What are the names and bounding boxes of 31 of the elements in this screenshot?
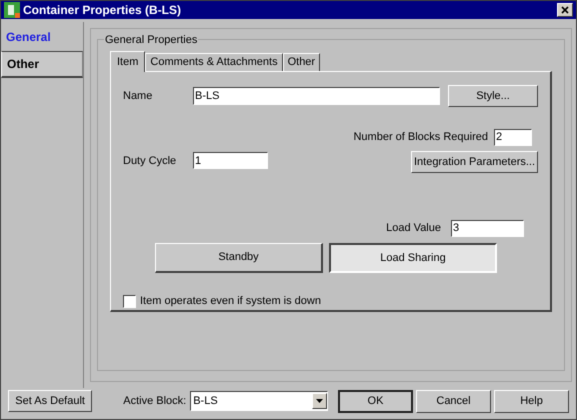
close-button[interactable] <box>557 3 573 17</box>
name-field[interactable]: B-LS <box>193 87 440 105</box>
field-label: Load Value <box>386 220 441 236</box>
close-icon <box>561 6 569 14</box>
tab[interactable]: Comments & Attachments <box>145 53 283 71</box>
tab[interactable]: Other <box>282 53 320 71</box>
style-button[interactable]: Style... <box>448 85 538 107</box>
sidebar-item[interactable]: Other <box>1 51 83 78</box>
duty-cycle-field[interactable]: 1 <box>193 152 268 169</box>
app-logo-icon <box>4 2 20 18</box>
window-title: Container Properties (B-LS) <box>23 2 182 19</box>
mode-button[interactable]: Standby <box>155 243 323 273</box>
field-label: Number of Blocks Required <box>353 130 488 145</box>
dropdown-value: B-LS <box>192 394 219 409</box>
dialog-button[interactable]: OK <box>338 390 413 413</box>
field-label: Name <box>123 88 154 104</box>
dialog-button[interactable]: Help <box>494 390 569 413</box>
integration-parameters-button[interactable]: Integration Parameters... <box>411 151 538 173</box>
checkbox-label: Item operates even if system is down <box>140 294 321 309</box>
field-label: Active Block: <box>123 394 186 409</box>
dialog-button[interactable]: Cancel <box>416 390 491 413</box>
group-title: General Properties <box>104 32 198 48</box>
blocks-required-field[interactable]: 2 <box>494 128 532 146</box>
tab[interactable]: Item <box>110 51 146 72</box>
mode-button[interactable]: Load Sharing <box>329 243 497 273</box>
active-block-dropdown[interactable]: B-LS <box>190 391 328 412</box>
set-as-default-button[interactable]: Set As Default <box>8 390 92 412</box>
checkbox[interactable] <box>123 294 136 308</box>
load-value-field[interactable]: 3 <box>451 220 524 236</box>
field-label: Duty Cycle <box>123 154 178 169</box>
sidebar-item[interactable]: General <box>1 26 83 48</box>
